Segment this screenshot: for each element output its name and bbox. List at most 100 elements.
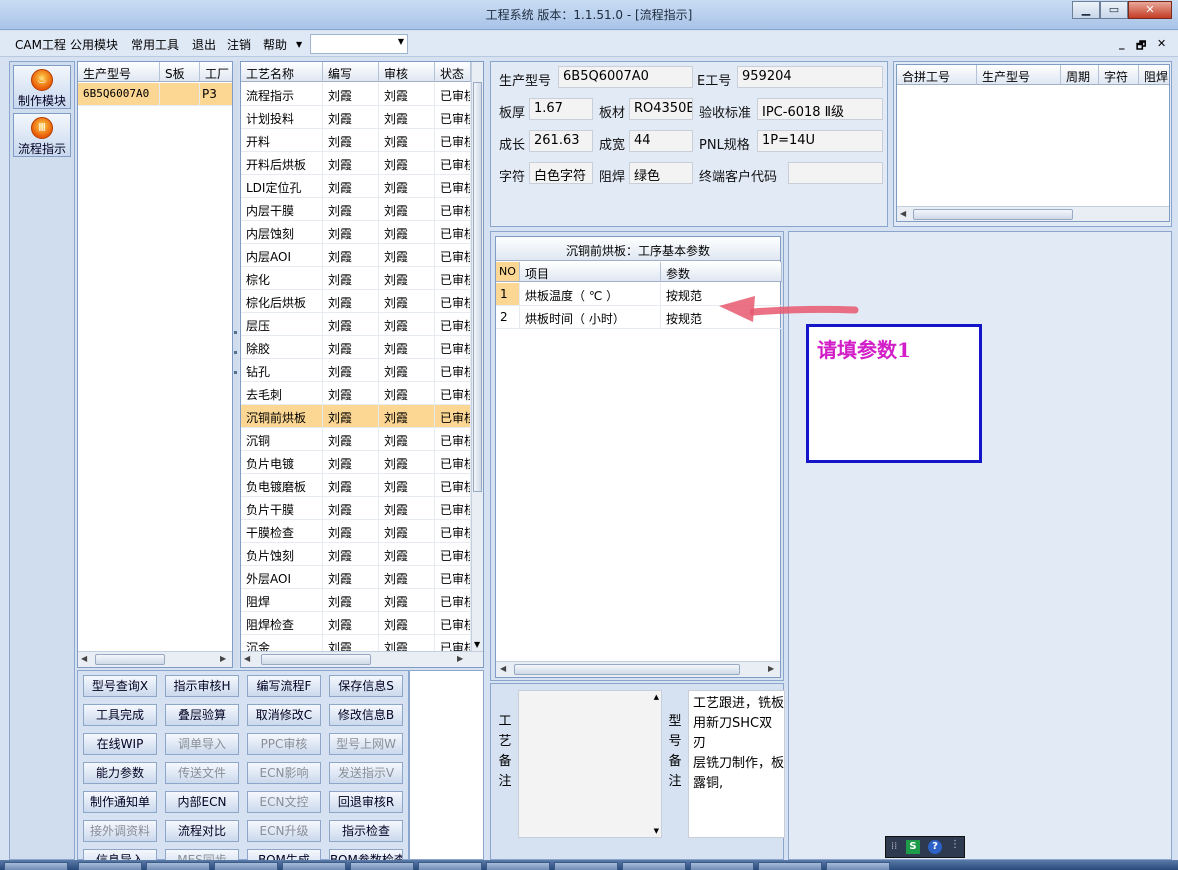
table-row[interactable]: 阻焊刘霞刘霞已审核 [241, 589, 483, 612]
scroll-right-icon[interactable]: ▶ [220, 654, 226, 663]
action-button[interactable]: 取消修改C [247, 704, 321, 726]
taskbar-item[interactable] [554, 862, 618, 870]
action-button[interactable]: 工具完成 [83, 704, 157, 726]
length-field[interactable]: 261.63 [529, 130, 593, 152]
scroll-down-icon[interactable]: ▼ [474, 640, 480, 649]
table-row[interactable]: 干膜检查刘霞刘霞已审核 [241, 520, 483, 543]
table-row[interactable]: 阻焊检查刘霞刘霞已审核 [241, 612, 483, 635]
scroll-thumb[interactable] [261, 654, 371, 665]
taskbar-item[interactable] [146, 862, 210, 870]
thickness-field[interactable]: 1.67 [529, 98, 593, 120]
col-header[interactable]: 工厂 [200, 62, 232, 82]
table-row[interactable]: 负片蚀刻刘霞刘霞已审核 [241, 543, 483, 566]
maximize-icon[interactable]: ▭ [1100, 1, 1128, 19]
table-row[interactable]: 除胶刘霞刘霞已审核 [241, 336, 483, 359]
menu-help[interactable]: 帮助 [263, 36, 287, 53]
more-icon[interactable]: ⋮ [950, 839, 960, 850]
action-button[interactable]: 型号上网W [329, 733, 403, 755]
action-button[interactable]: 流程对比 [165, 820, 239, 842]
standard-field[interactable]: IPC-6018 Ⅱ级 [757, 98, 883, 120]
action-button[interactable]: 回退审核R [329, 791, 403, 813]
table-row[interactable]: 计划投料刘霞刘霞已审核 [241, 106, 483, 129]
scroll-thumb[interactable] [95, 654, 165, 665]
table-row[interactable]: 内层干膜刘霞刘霞已审核 [241, 198, 483, 221]
table-row[interactable]: 开料后烘板刘霞刘霞已审核 [241, 152, 483, 175]
scroll-thumb[interactable] [913, 209, 1073, 220]
table-row[interactable]: 流程指示刘霞刘霞已审核 [241, 83, 483, 106]
help-icon[interactable]: ? [928, 840, 942, 854]
col-header[interactable]: 生产型号 [977, 65, 1061, 85]
menu-exit[interactable]: 退出 [192, 36, 216, 53]
scroll-left-icon[interactable]: ◀ [500, 664, 506, 673]
process-remark-field[interactable]: ▲ ▼ [518, 690, 662, 838]
action-button[interactable]: ECN文控 [247, 791, 321, 813]
model-remark-field[interactable]: 工艺跟进，铣板 用新刀SHC双刃 层铣刀制作，板 露铜, [688, 690, 785, 838]
table-row[interactable]: LDI定位孔刘霞刘霞已审核 [241, 175, 483, 198]
nav-make-module[interactable]: ♨ 制作模块 [13, 65, 71, 109]
col-header[interactable]: NO [496, 262, 520, 282]
minimize-icon[interactable]: ▁ [1072, 1, 1100, 19]
col-header[interactable]: 审核 [379, 62, 435, 82]
action-button[interactable]: 编写流程F [247, 675, 321, 697]
col-header[interactable]: 阻焊 [1139, 65, 1169, 85]
action-button[interactable]: 指示审核H [165, 675, 239, 697]
menu-logout[interactable]: 注销 [227, 36, 251, 53]
col-header[interactable]: 状态 [435, 62, 471, 82]
scroll-left-icon[interactable]: ◀ [244, 654, 250, 663]
taskbar-item[interactable] [486, 862, 550, 870]
width-field[interactable]: 44 [629, 130, 693, 152]
scroll-up-icon[interactable]: ▲ [654, 693, 659, 701]
action-button[interactable]: ECN影响 [247, 762, 321, 784]
close-icon[interactable]: ✕ [1128, 1, 1172, 19]
scroll-left-icon[interactable]: ◀ [900, 209, 906, 218]
action-button[interactable]: 接外调资料 [83, 820, 157, 842]
table-row[interactable]: 棕化后烘板刘霞刘霞已审核 [241, 290, 483, 313]
scroll-right-icon[interactable]: ▶ [457, 654, 463, 663]
col-header[interactable]: 参数 [661, 262, 782, 282]
pnl-field[interactable]: 1P=14U [757, 130, 883, 152]
vertical-scrollbar[interactable]: ▼ [471, 62, 483, 651]
customer-field[interactable] [788, 162, 883, 184]
col-header[interactable]: 周期 [1061, 65, 1099, 85]
table-row[interactable]: 棕化刘霞刘霞已审核 [241, 267, 483, 290]
col-header[interactable]: 工艺名称 [241, 62, 323, 82]
table-row[interactable]: 负片干膜刘霞刘霞已审核 [241, 497, 483, 520]
mdi-minimize-icon[interactable]: _ [1119, 37, 1125, 50]
taskbar-item[interactable] [214, 862, 278, 870]
horizontal-scrollbar[interactable]: ◀ ▶ [241, 651, 483, 667]
scroll-left-icon[interactable]: ◀ [81, 654, 87, 663]
table-row[interactable]: 去毛刺刘霞刘霞已审核 [241, 382, 483, 405]
action-button[interactable]: ECN升级 [247, 820, 321, 842]
taskbar-item[interactable] [4, 862, 68, 870]
horizontal-scrollbar[interactable]: ◀ [897, 206, 1169, 221]
action-button[interactable]: 能力参数 [83, 762, 157, 784]
table-row[interactable]: 内层蚀刻刘霞刘霞已审核 [241, 221, 483, 244]
char-field[interactable]: 白色字符 [529, 162, 593, 184]
action-button[interactable]: 制作通知单 [83, 791, 157, 813]
eno-field[interactable]: 959204 [737, 66, 883, 88]
material-field[interactable]: RO4350B [629, 98, 693, 120]
action-button[interactable]: 内部ECN [165, 791, 239, 813]
table-row[interactable]: 6B5Q6007A0 P3 [78, 83, 232, 106]
scroll-thumb[interactable] [514, 664, 740, 675]
table-row[interactable]: 钻孔刘霞刘霞已审核 [241, 359, 483, 382]
mdi-restore-icon[interactable]: 🗗 [1136, 37, 1146, 56]
action-button[interactable]: 调单导入 [165, 733, 239, 755]
table-row[interactable]: 开料刘霞刘霞已审核 [241, 129, 483, 152]
taskbar-item[interactable] [758, 862, 822, 870]
table-row[interactable]: 外层AOI刘霞刘霞已审核 [241, 566, 483, 589]
sogou-s-icon[interactable]: S [906, 840, 920, 854]
taskbar-item[interactable] [690, 862, 754, 870]
scroll-right-icon[interactable]: ▶ [768, 664, 774, 673]
taskbar-item[interactable] [350, 862, 414, 870]
menu-combo[interactable]: ▼ [310, 34, 408, 54]
mdi-close-icon[interactable]: ✕ [1157, 37, 1166, 50]
menu-overflow-icon[interactable]: ▼ [296, 40, 302, 49]
table-row[interactable]: 层压刘霞刘霞已审核 [241, 313, 483, 336]
action-button[interactable]: 指示检查 [329, 820, 403, 842]
table-row[interactable]: 沉铜前烘板刘霞刘霞已审核 [241, 405, 483, 428]
table-row[interactable]: 内层AOI刘霞刘霞已审核 [241, 244, 483, 267]
action-button[interactable]: 在线WIP [83, 733, 157, 755]
action-button[interactable]: 叠层验算 [165, 704, 239, 726]
action-button[interactable]: 发送指示V [329, 762, 403, 784]
